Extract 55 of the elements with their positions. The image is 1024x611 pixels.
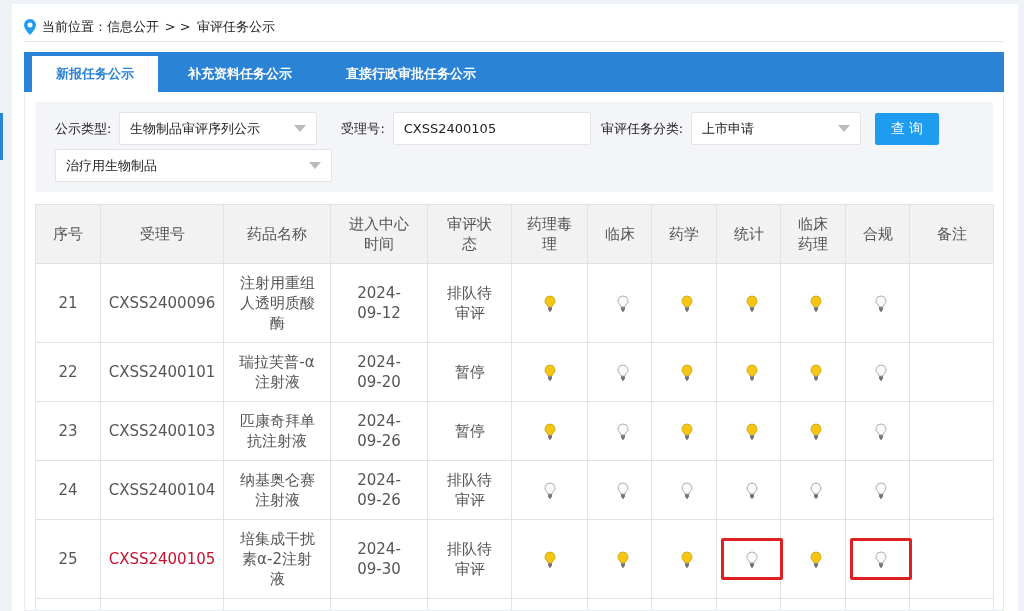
tab[interactable]: 补充资料任务公示 (164, 56, 316, 92)
table-cell: CXSS2400104 (100, 460, 224, 520)
column-header: 备注 (909, 204, 994, 264)
table-cell: 24 (35, 460, 101, 520)
table-cell: CXSS2400101 (100, 342, 224, 402)
dropdown-caret-icon (309, 162, 321, 169)
dropdown-caret-icon (294, 125, 307, 132)
table-cell: 排队待审评 (427, 460, 512, 520)
table-cell: 匹康奇拜单抗注射液 (223, 401, 331, 461)
column-header: 临床药理 (780, 204, 846, 264)
breadcrumb-separator: > > (164, 19, 191, 34)
table-cell: 瑞拉芙普-α注射液 (223, 342, 331, 402)
table-cell: 排队待审评 (427, 263, 512, 343)
table-cell: 21 (35, 263, 101, 343)
filter-label: 受理号: (341, 119, 385, 138)
table-cell: 22 (35, 342, 101, 402)
breadcrumb-current[interactable]: 审评任务公示 (196, 17, 275, 36)
number-input-field[interactable]: CXSS2400105 (392, 112, 591, 145)
filter-label: 审评任务分类: (600, 119, 684, 138)
filter-label: 公示类型: (55, 119, 112, 138)
table-cell: 排队待审评 (427, 519, 512, 599)
dropdown-caret-icon (838, 125, 851, 132)
table-cell: 暂停 (427, 401, 512, 461)
table-cell: 2024-09-12 (330, 263, 428, 343)
table-cell: 2024-09-30 (330, 519, 428, 599)
table-cell: 2024-09-20 (330, 342, 428, 402)
table-cell: CXSS2400105 (100, 519, 224, 599)
table-cell: 纳基奥仑赛注射液 (223, 460, 331, 520)
table-cell: 25 (35, 519, 101, 599)
column-header: 药品名称 (223, 204, 331, 264)
location-pin-icon (24, 18, 36, 35)
column-header: 受理号 (100, 204, 224, 264)
table-cell: 2024-09-26 (330, 401, 428, 461)
table-cell: 2024-09-26 (330, 460, 428, 520)
column-header: 进入中心时间 (330, 204, 428, 264)
column-header: 审评状态 (427, 204, 512, 264)
side-active-marker (0, 113, 3, 160)
category-dropdown[interactable]: 上市申请 (691, 112, 862, 145)
tab[interactable]: 新报任务公示 (32, 56, 158, 92)
column-header: 药理毒理 (511, 204, 588, 264)
table-cell: 注射用重组人透明质酸酶 (223, 263, 331, 343)
column-header: 统计 (716, 204, 781, 264)
table-cell: 培集成干扰素α-2注射液 (223, 519, 331, 599)
subtype-dropdown[interactable]: 治疗用生物制品 (55, 149, 332, 182)
column-header: 药学 (651, 204, 717, 264)
column-header: 临床 (587, 204, 652, 264)
column-header: 序号 (35, 204, 101, 264)
column-header: 合规 (845, 204, 910, 264)
tab[interactable]: 直接行政审批任务公示 (322, 56, 500, 92)
table-cell: 23 (35, 401, 101, 461)
table-cell: CXSS2400096 (100, 263, 224, 343)
type-dropdown[interactable]: 生物制品审评序列公示 (119, 112, 318, 145)
breadcrumb-label: 当前位置 : 信息公开 (42, 17, 159, 36)
table-cell: 暂停 (427, 342, 512, 402)
table-cell: CXSS2400103 (100, 401, 224, 461)
